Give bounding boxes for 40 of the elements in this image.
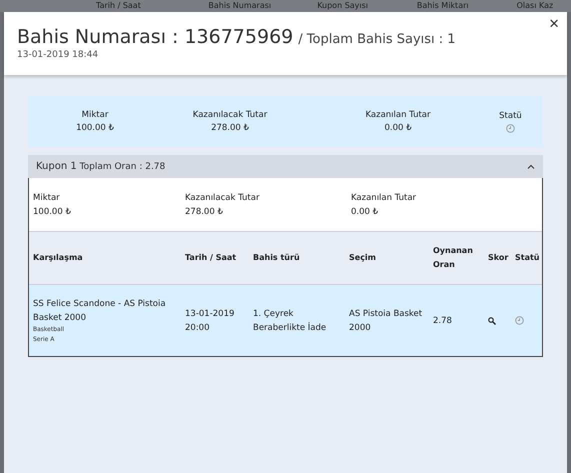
summary-label: Miktar	[82, 110, 108, 120]
amount-value: 100.00 ₺	[33, 206, 72, 216]
column-header: Skor	[488, 252, 510, 264]
selection: AS Pistoia Basket 2000	[349, 308, 424, 334]
bet-type: 1. Çeyrek Beraberlikte İade	[253, 308, 328, 334]
summary-label: Statü	[499, 110, 522, 120]
column-header: Statü	[515, 252, 540, 264]
column-header: Karşılaşma	[33, 252, 84, 264]
close-button[interactable]: ×	[547, 14, 561, 34]
background-column-header: Kupon Sayısı	[317, 0, 370, 12]
background-column-header: Bahis Numarası	[208, 0, 272, 12]
match-datetime: 13-01-2019 20:00	[185, 308, 236, 334]
match-name: SS Felice Scandone - AS Pistoia Basket 2000	[33, 298, 167, 324]
column-header: Seçim	[349, 252, 378, 264]
summary-value: 278.00 ₺	[211, 123, 249, 133]
coupon-title: Kupon 1 Toplam Oran : 2.78	[36, 161, 166, 172]
amount-label: Kazanılan Tutar	[351, 192, 418, 202]
clock-icon	[506, 124, 515, 132]
amount-value: 0.00 ₺	[351, 206, 380, 216]
column-header: Oynanan Oran	[433, 245, 474, 271]
coupon-header[interactable]: Kupon 1 Toplam Oran : 2.78	[28, 155, 543, 178]
amount-label: Miktar	[33, 192, 61, 202]
amount-label: Kazanılacak Tutar	[185, 192, 260, 202]
summary-value: 0.00 ₺	[384, 123, 412, 133]
clock-icon	[515, 316, 524, 325]
dialog-title: Bahis Numarası : 136775969	[17, 26, 294, 48]
summary-label: Kazanılan Tutar	[365, 110, 431, 120]
column-header: Bahis türü	[253, 252, 301, 264]
summary-value: 100.00 ₺	[76, 123, 114, 133]
background-column-header: Bahis Miktarı	[416, 0, 470, 12]
dialog-subtitle: / Toplam Bahis Sayısı : 1	[298, 32, 456, 47]
bet-date: 13-01-2019 18:44	[17, 50, 100, 60]
odds: 2.78	[433, 314, 453, 328]
summary-label: Kazanılacak Tutar	[192, 110, 268, 120]
background-column-header: Olası Kaz	[516, 0, 554, 12]
column-header: Tarih / Saat	[185, 252, 238, 264]
amount-value: 278.00 ₺	[185, 206, 224, 216]
search-icon[interactable]	[488, 316, 496, 324]
caret-icon	[527, 164, 535, 169]
background-column-header: Tarih / Saat	[96, 0, 142, 12]
